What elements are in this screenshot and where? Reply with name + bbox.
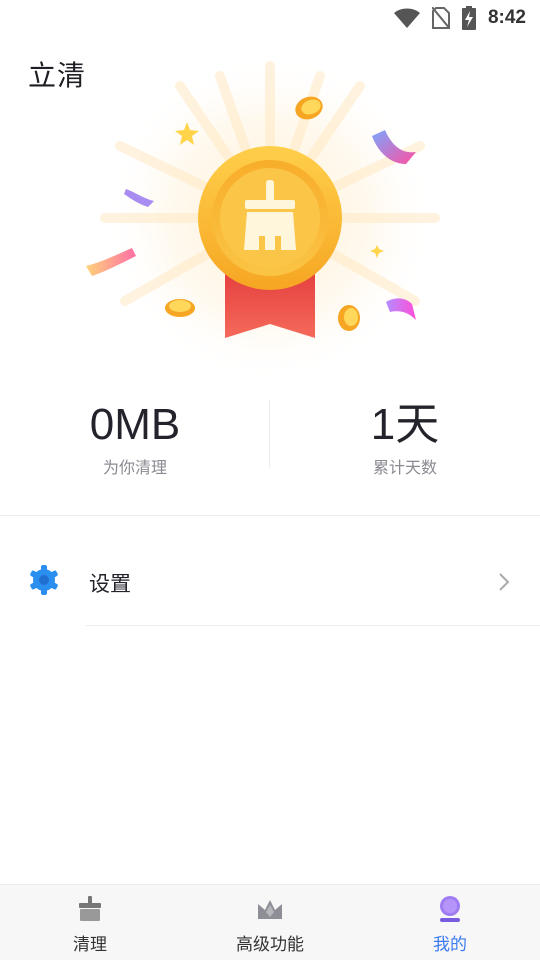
profile-screen: 8:42 立清 0MB 为你清理 1天 累计天数 设置 清理 高级功能 我的 — [0, 0, 540, 960]
stats-panel: 0MB 为你清理 1天 累计天数 — [0, 398, 540, 478]
cleaned-stat: 0MB 为你清理 — [0, 398, 270, 478]
bottom-tab-bar: 清理 高级功能 我的 — [0, 884, 540, 960]
status-bar: 8:42 — [0, 0, 540, 36]
tab-mine-label: 我的 — [433, 935, 467, 955]
tab-clean[interactable]: 清理 — [0, 885, 180, 960]
settings-row[interactable]: 设置 — [0, 540, 540, 626]
tab-advanced-label: 高级功能 — [236, 935, 304, 955]
cleaned-value: 0MB — [89, 400, 181, 449]
tab-mine[interactable]: 我的 — [360, 885, 540, 960]
coin-decoration — [338, 305, 360, 331]
section-divider — [0, 515, 540, 516]
profile-icon — [440, 896, 460, 922]
tab-clean-label: 清理 — [73, 935, 107, 955]
status-time: 8:42 — [487, 7, 526, 28]
coin-decoration — [165, 299, 195, 317]
no-sim-icon — [431, 7, 450, 29]
wifi-icon — [393, 8, 420, 28]
medal-illustration — [86, 56, 440, 383]
days-stat: 1天 累计天数 — [270, 398, 540, 478]
days-label: 累计天数 — [372, 458, 437, 477]
gear-icon — [30, 565, 58, 595]
cleaned-label: 为你清理 — [102, 458, 167, 477]
chevron-right-icon — [499, 573, 510, 591]
broom-icon — [79, 896, 101, 921]
crown-icon — [258, 900, 282, 919]
status-icons: 8:42 — [393, 4, 526, 32]
tab-advanced[interactable]: 高级功能 — [180, 885, 360, 960]
battery-charging-icon — [461, 6, 476, 30]
settings-label: 设置 — [89, 572, 131, 596]
days-value: 1天 — [370, 400, 440, 449]
row-divider — [86, 625, 540, 626]
